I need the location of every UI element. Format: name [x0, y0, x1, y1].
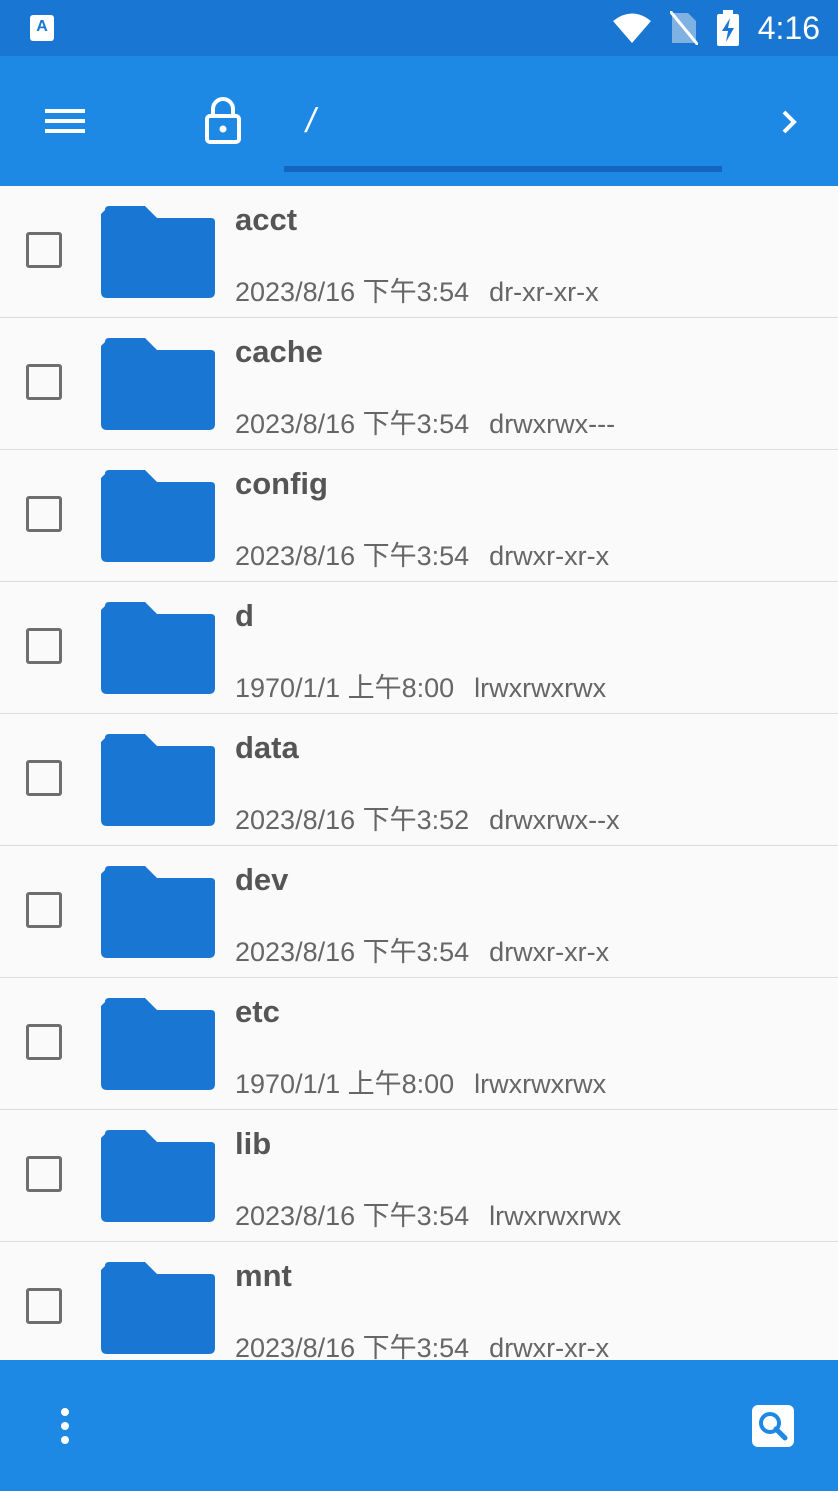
- file-date: 2023/8/16 下午3:54: [235, 1333, 470, 1360]
- file-meta: 2023/8/16 下午3:54 drwxr-xr-x: [235, 930, 609, 969]
- select-checkbox[interactable]: [26, 892, 62, 928]
- file-permissions: drwxr-xr-x: [489, 1333, 610, 1360]
- file-row[interactable]: lib 2023/8/16 下午3:54 lrwxrwxrwx: [0, 1110, 838, 1242]
- folder-icon: [101, 1262, 215, 1354]
- file-row[interactable]: config 2023/8/16 下午3:54 drwxr-xr-x: [0, 450, 838, 582]
- next-path-button[interactable]: [770, 100, 810, 144]
- path-tab-indicator: [284, 166, 722, 172]
- folder-icon: [101, 338, 215, 430]
- file-name: d: [235, 598, 254, 633]
- file-permissions: lrwxrwxrwx: [474, 673, 607, 703]
- path-tab[interactable]: /: [284, 92, 722, 172]
- file-row[interactable]: acct 2023/8/16 下午3:54 dr-xr-xr-x: [0, 186, 838, 318]
- menu-icon: [45, 109, 85, 133]
- search-icon: [759, 1412, 788, 1441]
- file-meta: 2023/8/16 下午3:54 drwxrwx---: [235, 402, 615, 441]
- file-name: lib: [235, 1126, 272, 1161]
- file-name: acct: [235, 202, 298, 237]
- current-path: /: [306, 102, 316, 140]
- file-permissions: lrwxrwxrwx: [474, 1069, 607, 1099]
- folder-icon: [101, 1130, 215, 1222]
- folder-icon: [101, 998, 215, 1090]
- clock: 4:16: [757, 9, 820, 46]
- file-permissions: drwxr-xr-x: [489, 541, 610, 571]
- select-checkbox[interactable]: [26, 1288, 62, 1324]
- lock-icon: [205, 97, 241, 144]
- folder-icon: [101, 866, 215, 958]
- file-permissions: drwxr-xr-x: [489, 937, 610, 967]
- folder-icon: [101, 734, 215, 826]
- file-row[interactable]: data 2023/8/16 下午3:52 drwxrwx--x: [0, 714, 838, 846]
- file-permissions: drwxrwx--x: [489, 805, 620, 835]
- file-row[interactable]: dev 2023/8/16 下午3:54 drwxr-xr-x: [0, 846, 838, 978]
- file-name: data: [235, 730, 299, 765]
- select-checkbox[interactable]: [26, 1024, 62, 1060]
- folder-icon: [101, 602, 215, 694]
- file-meta: 2023/8/16 下午3:52 drwxrwx--x: [235, 798, 620, 837]
- file-date: 2023/8/16 下午3:54: [235, 541, 470, 571]
- lock-button[interactable]: [200, 96, 246, 146]
- toolbar: /: [0, 56, 838, 186]
- file-date: 2023/8/16 下午3:54: [235, 277, 470, 307]
- file-date: 1970/1/1 上午8:00: [235, 673, 455, 703]
- file-row[interactable]: etc 1970/1/1 上午8:00 lrwxrwxrwx: [0, 978, 838, 1110]
- more-vert-icon: [61, 1408, 69, 1444]
- file-list[interactable]: acct 2023/8/16 下午3:54 dr-xr-xr-x cache 20…: [0, 186, 838, 1360]
- select-checkbox[interactable]: [26, 760, 62, 796]
- file-row[interactable]: d 1970/1/1 上午8:00 lrwxrwxrwx: [0, 582, 838, 714]
- file-meta: 2023/8/16 下午3:54 drwxr-xr-x: [235, 534, 609, 573]
- file-permissions: dr-xr-xr-x: [489, 277, 599, 307]
- file-meta: 2023/8/16 下午3:54 drwxr-xr-x: [235, 1326, 609, 1360]
- file-date: 2023/8/16 下午3:54: [235, 937, 470, 967]
- file-meta: 2023/8/16 下午3:54 dr-xr-xr-x: [235, 270, 599, 309]
- no-sim-icon: [669, 11, 698, 45]
- wifi-icon: [612, 13, 651, 43]
- file-date: 1970/1/1 上午8:00: [235, 1069, 455, 1099]
- hamburger-menu-button[interactable]: [40, 101, 90, 141]
- bottom-bar: [0, 1360, 838, 1491]
- select-checkbox[interactable]: [26, 232, 62, 268]
- file-name: dev: [235, 862, 289, 897]
- file-name: mnt: [235, 1258, 292, 1293]
- chevron-right-icon: [782, 110, 797, 134]
- file-date: 2023/8/16 下午3:54: [235, 409, 470, 439]
- status-icons: 4:16: [612, 8, 820, 48]
- select-checkbox[interactable]: [26, 364, 62, 400]
- select-checkbox[interactable]: [26, 1156, 62, 1192]
- file-name: etc: [235, 994, 280, 1029]
- file-name: config: [235, 466, 328, 501]
- file-date: 2023/8/16 下午3:52: [235, 805, 470, 835]
- file-meta: 1970/1/1 上午8:00 lrwxrwxrwx: [235, 666, 606, 705]
- status-bar: A 4:16: [0, 0, 838, 56]
- app-notification-icon: A: [30, 15, 54, 41]
- file-meta: 1970/1/1 上午8:00 lrwxrwxrwx: [235, 1062, 606, 1101]
- file-permissions: lrwxrwxrwx: [489, 1201, 622, 1231]
- file-date: 2023/8/16 下午3:54: [235, 1201, 470, 1231]
- more-options-button[interactable]: [52, 1406, 78, 1446]
- file-permissions: drwxrwx---: [489, 409, 616, 439]
- file-name: cache: [235, 334, 323, 369]
- select-checkbox[interactable]: [26, 496, 62, 532]
- file-row[interactable]: cache 2023/8/16 下午3:54 drwxrwx---: [0, 318, 838, 450]
- search-button[interactable]: [752, 1405, 794, 1447]
- folder-icon: [101, 206, 215, 298]
- select-checkbox[interactable]: [26, 628, 62, 664]
- folder-icon: [101, 470, 215, 562]
- file-row[interactable]: mnt 2023/8/16 下午3:54 drwxr-xr-x: [0, 1242, 838, 1360]
- file-meta: 2023/8/16 下午3:54 lrwxrwxrwx: [235, 1194, 621, 1233]
- battery-charging-icon: [716, 10, 739, 46]
